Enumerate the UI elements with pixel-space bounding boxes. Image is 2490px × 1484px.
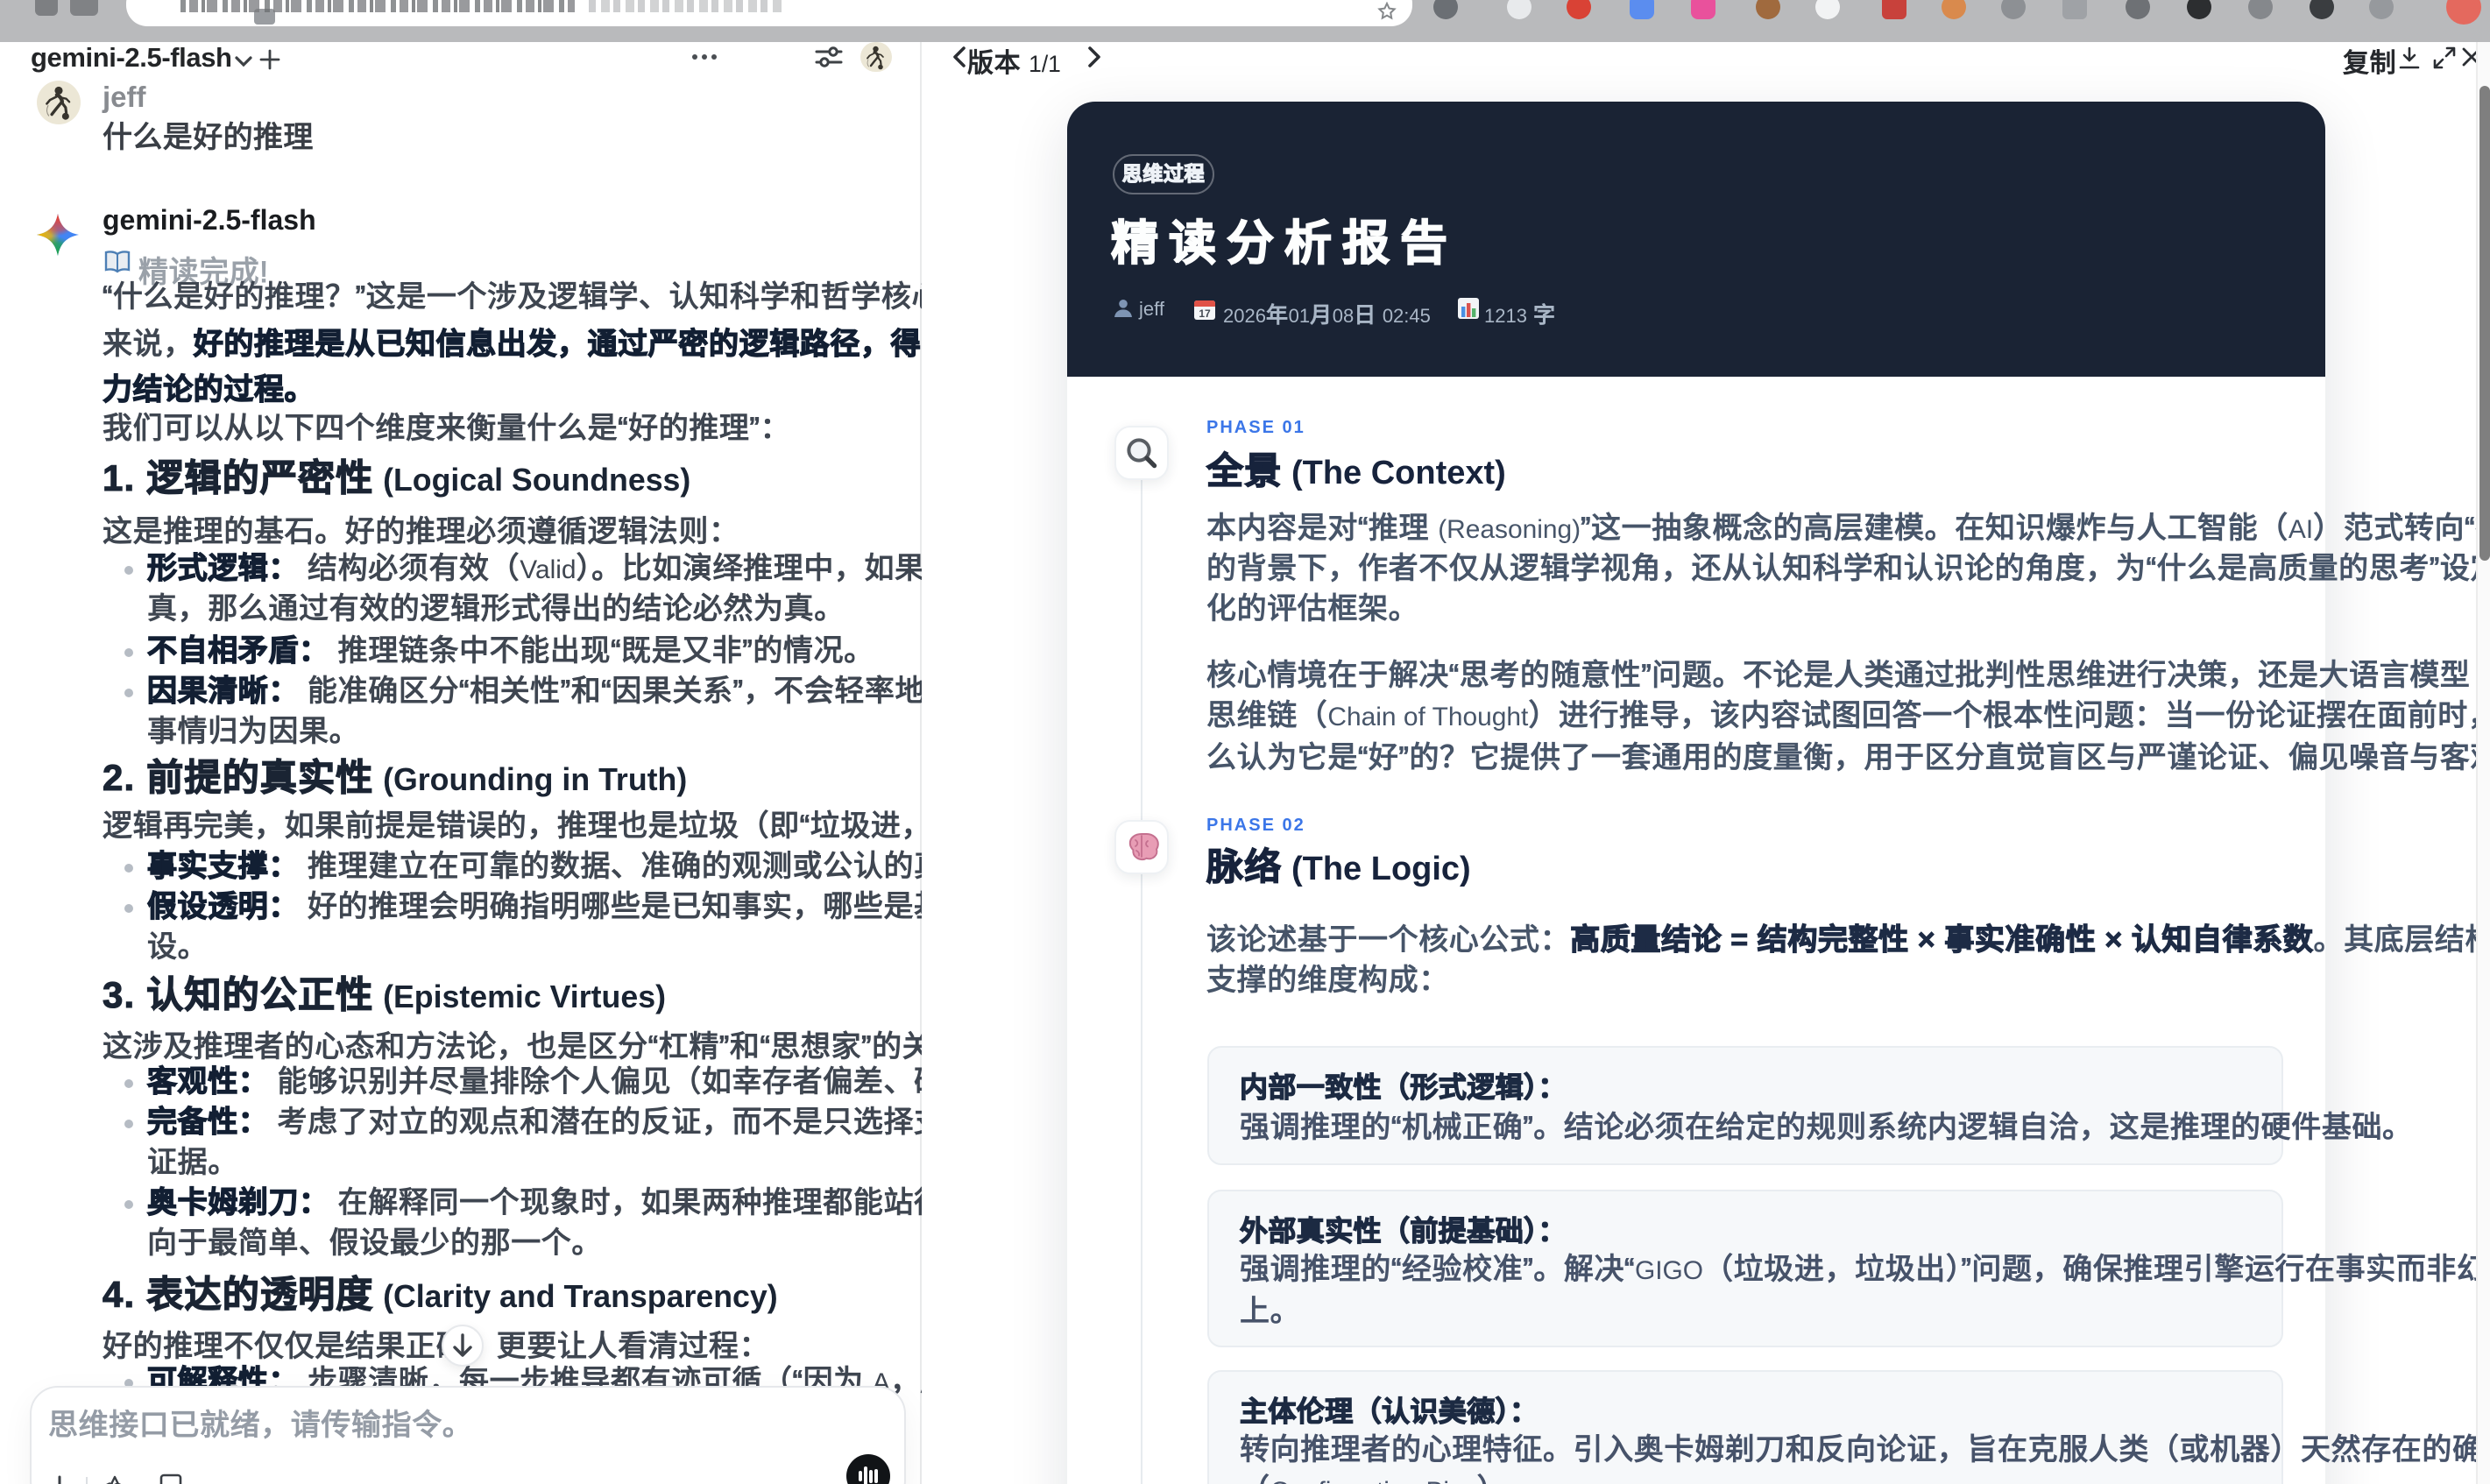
svg-text:17: 17 [1199, 307, 1211, 319]
